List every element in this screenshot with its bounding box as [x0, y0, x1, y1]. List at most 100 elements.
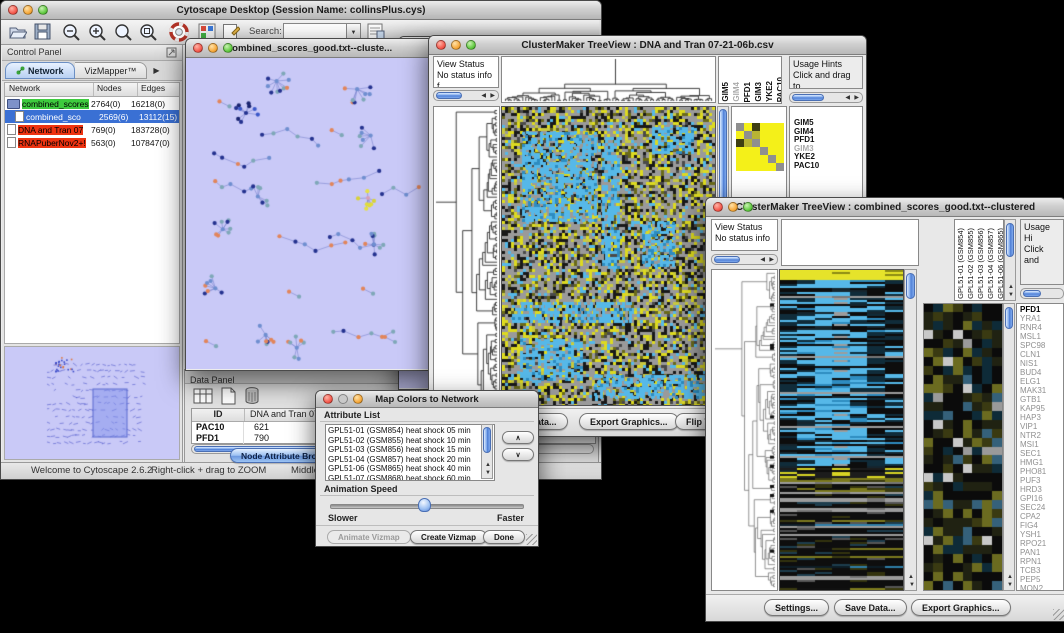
- gene-label[interactable]: GPI16: [1020, 494, 1063, 503]
- zoom-window-button[interactable]: [38, 5, 48, 15]
- gene-label[interactable]: SEC1: [1020, 449, 1063, 458]
- gene-label[interactable]: NIS1: [1020, 359, 1063, 368]
- treeview2-hints-scrollbar[interactable]: [1020, 288, 1064, 299]
- gene-label[interactable]: SPC98: [1020, 341, 1063, 350]
- treeview1-column-dendrogram[interactable]: [501, 56, 716, 103]
- treeview1-row-dendrogram[interactable]: [433, 106, 500, 406]
- save-session-icon[interactable]: [34, 23, 51, 40]
- zoom-window-button[interactable]: [466, 40, 476, 50]
- network-table-row[interactable]: combined_sco2569(6)13112(15): [5, 110, 179, 123]
- zoom-window-button[interactable]: [743, 202, 753, 212]
- close-button[interactable]: [436, 40, 446, 50]
- treeview1-titlebar[interactable]: ClusterMaker TreeView : DNA and Tran 07-…: [429, 36, 866, 55]
- close-button[interactable]: [323, 394, 333, 404]
- gene-label[interactable]: PEP5: [1020, 575, 1063, 584]
- float-panel-icon[interactable]: [166, 47, 177, 58]
- zoom-window-button[interactable]: [353, 394, 363, 404]
- attribute-list-item[interactable]: GPL51-01 (GSM854) heat shock 05 min: [328, 426, 492, 436]
- gene-label[interactable]: HMG1: [1020, 458, 1063, 467]
- gene-label[interactable]: MSI1: [1020, 440, 1063, 449]
- table-mode-icon[interactable]: [193, 387, 213, 405]
- attribute-list-item[interactable]: GPL51-03 (GSM856) heat shock 15 min: [328, 445, 492, 455]
- gene-label[interactable]: RPN1: [1020, 557, 1063, 566]
- minimize-button[interactable]: [23, 5, 33, 15]
- treeview2-heatmap[interactable]: [779, 269, 904, 591]
- close-button[interactable]: [193, 43, 203, 53]
- network-table-header[interactable]: Network Nodes Edges: [5, 83, 179, 97]
- gene-label[interactable]: VIP1: [1020, 422, 1063, 431]
- gene-label[interactable]: HAP3: [1020, 413, 1063, 422]
- treeview1-hints-scrollbar[interactable]: ◀▶: [789, 92, 863, 103]
- tab-network[interactable]: Network: [5, 62, 75, 79]
- gene-label[interactable]: PAN1: [1020, 548, 1063, 557]
- close-button[interactable]: [8, 5, 18, 15]
- resize-grip[interactable]: [526, 534, 537, 545]
- treeview2-titlebar[interactable]: ClusterMaker TreeView : combined_scores_…: [706, 198, 1064, 217]
- attribute-list-item[interactable]: GPL51-07 (GSM868) heat shock 60 min: [328, 474, 492, 482]
- gene-label[interactable]: RPO21: [1020, 539, 1063, 548]
- treeview2-gene-list[interactable]: PFD1YRA1RNR4MSL1SPC98CLN1NIS1BUD4ELG1MAK…: [1016, 303, 1064, 591]
- zoom-selected-icon[interactable]: [114, 23, 133, 41]
- gene-label[interactable]: CLN1: [1020, 350, 1063, 359]
- move-down-button[interactable]: ∨: [502, 448, 534, 461]
- minimize-button[interactable]: [728, 202, 738, 212]
- zoom-out-icon[interactable]: [62, 23, 81, 41]
- main-titlebar[interactable]: Cytoscape Desktop (Session Name: collins…: [1, 1, 601, 20]
- slider-thumb[interactable]: [418, 498, 431, 512]
- network-view-titlebar[interactable]: combined_scores_good.txt--cluste...: [186, 39, 433, 58]
- zoom-in-icon[interactable]: [88, 23, 107, 41]
- gene-label[interactable]: PHO81: [1020, 467, 1063, 476]
- gene-label[interactable]: PFD1: [1020, 305, 1063, 314]
- minimize-button[interactable]: [451, 40, 461, 50]
- export-graphics-button[interactable]: Export Graphics...: [911, 599, 1011, 616]
- new-attribute-icon[interactable]: [219, 387, 237, 405]
- correlation-matrix-thumbnail[interactable]: [736, 123, 784, 171]
- attribute-list-item[interactable]: GPL51-06 (GSM865) heat shock 40 min: [328, 464, 492, 474]
- attribute-list-item[interactable]: GPL51-02 (GSM855) heat shock 10 min: [328, 436, 492, 446]
- network-table-row[interactable]: combined_scores2764(0)16218(0): [5, 97, 179, 110]
- gene-label[interactable]: RNR4: [1020, 323, 1063, 332]
- gene-label[interactable]: NTR2: [1020, 431, 1063, 440]
- open-session-icon[interactable]: [8, 23, 27, 40]
- gene-label[interactable]: SEC24: [1020, 503, 1063, 512]
- gene-label[interactable]: CPA2: [1020, 512, 1063, 521]
- export-graphics-button[interactable]: Export Graphics...: [579, 413, 679, 430]
- zoom-fit-icon[interactable]: [139, 23, 158, 41]
- zoom-window-button[interactable]: [223, 43, 233, 53]
- gene-label[interactable]: KAP95: [1020, 404, 1063, 413]
- animate-vizmap-button[interactable]: Animate Vizmap: [327, 530, 411, 544]
- close-button[interactable]: [713, 202, 723, 212]
- minimize-button[interactable]: [338, 394, 348, 404]
- treeview2-column-tree-area[interactable]: [781, 219, 919, 266]
- gene-label[interactable]: ELG1: [1020, 377, 1063, 386]
- attribute-list-item[interactable]: GPL51-04 (GSM857) heat shock 20 min: [328, 455, 492, 465]
- tab-vizmapper[interactable]: VizMapper™: [75, 62, 148, 79]
- settings-button[interactable]: Settings...: [764, 599, 829, 616]
- gene-label[interactable]: TCB3: [1020, 566, 1063, 575]
- done-button[interactable]: Done: [483, 530, 525, 544]
- gene-label[interactable]: YSH1: [1020, 530, 1063, 539]
- gene-label[interactable]: HRD3: [1020, 485, 1063, 494]
- treeview2-status-scrollbar[interactable]: ◀▶: [711, 254, 778, 265]
- delete-attribute-icon[interactable]: [243, 386, 261, 405]
- network-table-row[interactable]: RNAPuberNov2+!563(0)107847(0): [5, 136, 179, 149]
- minimize-button[interactable]: [208, 43, 218, 53]
- save-data-button[interactable]: Save Data...: [834, 599, 907, 616]
- tabs-more-button[interactable]: ▶: [153, 66, 159, 75]
- gene-label[interactable]: YRA1: [1020, 314, 1063, 323]
- treeview2-row-dendrogram[interactable]: [711, 269, 778, 591]
- gene-label[interactable]: MAK31: [1020, 386, 1063, 395]
- treeview1-heatmap[interactable]: [501, 106, 716, 406]
- gene-label[interactable]: BUD4: [1020, 368, 1063, 377]
- gene-label[interactable]: PUF3: [1020, 476, 1063, 485]
- map-colors-titlebar[interactable]: Map Colors to Network: [316, 391, 538, 408]
- create-vizmap-button[interactable]: Create Vizmap: [410, 530, 487, 544]
- attribute-list-scrollbar[interactable]: ▲▼: [481, 424, 493, 479]
- treeview2-labels-scrollbar[interactable]: ▲▼: [1004, 219, 1016, 301]
- network-table-row[interactable]: DNA and Tran 07769(0)183728(0): [5, 123, 179, 136]
- resize-grip[interactable]: [1053, 609, 1064, 620]
- treeview1-status-scrollbar[interactable]: ◀▶: [433, 90, 499, 101]
- gene-label[interactable]: GTB1: [1020, 395, 1063, 404]
- treeview2-zoom-heatmap[interactable]: [923, 303, 1003, 591]
- treeview2-zoom-vscrollbar[interactable]: ▲▼: [1003, 303, 1015, 591]
